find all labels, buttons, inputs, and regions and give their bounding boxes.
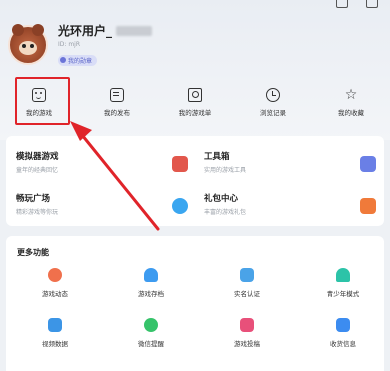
feature-label: 青少年模式 [326, 290, 360, 298]
wechat-icon [144, 318, 158, 332]
service-emulator-games[interactable]: 模拟器游戏 童年的经典回忆 [16, 150, 196, 186]
feature-game-submission[interactable]: 游戏投稿 [212, 318, 282, 348]
feature-shipping-info[interactable]: 收货信息 [308, 318, 378, 348]
tab-label: 浏览记录 [260, 108, 286, 117]
service-title: 模拟器游戏 [16, 152, 59, 162]
medal-icon [60, 57, 66, 63]
avatar-face [19, 40, 37, 55]
service-title: 畅玩广场 [16, 194, 51, 204]
avatar[interactable] [8, 23, 48, 65]
tab-my-publish[interactable]: 我的发布 [87, 87, 147, 117]
tab-favorites[interactable]: ☆ 我的收藏 [321, 88, 381, 117]
play-square-icon [172, 198, 188, 214]
highlight-box [15, 77, 70, 125]
medal-badge[interactable]: 我的勋章 [58, 54, 98, 66]
medal-badge-label: 我的勋章 [68, 57, 93, 65]
feature-label: 游戏投稿 [234, 340, 260, 348]
username: 光环用户_ [58, 24, 113, 38]
service-toolbox[interactable]: 工具箱 实用的游戏工具 [204, 150, 384, 186]
tab-my-game-list[interactable]: 我的游戏单 [165, 87, 225, 117]
tab-label: 我的游戏单 [178, 108, 212, 117]
more-features-title: 更多功能 [17, 248, 49, 257]
feature-label: 视频数据 [42, 340, 68, 348]
service-subtitle: 童年的经典回忆 [16, 167, 59, 174]
services-card: 模拟器游戏 童年的经典回忆 工具箱 实用的游戏工具 畅玩广场 精彩游戏等你玩 礼… [6, 136, 384, 226]
user-id: ID: mjR [58, 41, 80, 48]
service-title: 工具箱 [204, 152, 230, 162]
message-icon[interactable] [336, 0, 348, 8]
id-verify-icon [240, 268, 254, 282]
feature-wechat-reminder[interactable]: 微信提醒 [116, 318, 186, 348]
video-data-icon [48, 318, 62, 332]
star-icon: ☆ [344, 86, 358, 103]
gift-icon [360, 198, 376, 214]
username-redacted [116, 25, 153, 36]
feature-id-verify[interactable]: 实名认证 [212, 268, 282, 298]
service-subtitle: 实用的游戏工具 [204, 167, 247, 174]
feature-label: 游戏动态 [42, 290, 68, 298]
feature-label: 微信提醒 [138, 340, 164, 348]
tab-label: 我的发布 [104, 108, 130, 117]
service-title: 礼包中心 [204, 194, 239, 204]
submit-icon [240, 318, 254, 332]
teen-mode-icon [336, 268, 350, 282]
address-icon [336, 318, 350, 332]
tab-label: 我的收藏 [338, 108, 364, 117]
service-gift-center[interactable]: 礼包中心 丰富的游戏礼包 [204, 192, 384, 228]
cloud-save-icon [144, 268, 158, 282]
toolbox-icon [360, 156, 376, 172]
more-features-card: 更多功能 游戏动态 游戏存档 实名认证 青少年模式 视频数据 微信提醒 游戏投稿 [6, 236, 384, 371]
service-subtitle: 丰富的游戏礼包 [204, 209, 247, 216]
emulator-icon [172, 156, 188, 172]
feature-video-data[interactable]: 视频数据 [20, 318, 90, 348]
feature-teen-mode[interactable]: 青少年模式 [308, 268, 378, 298]
top-actions [336, 0, 390, 12]
settings-icon[interactable] [366, 0, 378, 8]
service-play-square[interactable]: 畅玩广场 精彩游戏等你玩 [16, 192, 196, 228]
feature-label: 游戏存档 [138, 290, 164, 298]
feature-label: 实名认证 [234, 290, 260, 298]
game-news-icon [48, 268, 62, 282]
tab-history[interactable]: 浏览记录 [243, 87, 303, 117]
feature-label: 收货信息 [330, 340, 356, 348]
clock-icon [266, 87, 280, 102]
game-list-icon [188, 87, 202, 102]
publish-icon [110, 87, 124, 102]
service-subtitle: 精彩游戏等你玩 [16, 209, 59, 216]
feature-game-news[interactable]: 游戏动态 [20, 268, 90, 298]
feature-game-save[interactable]: 游戏存档 [116, 268, 186, 298]
avatar-eye [30, 43, 34, 48]
profile-header[interactable]: 光环用户_ ID: mjR 我的勋章 [8, 22, 153, 67]
avatar-eye [22, 43, 26, 48]
